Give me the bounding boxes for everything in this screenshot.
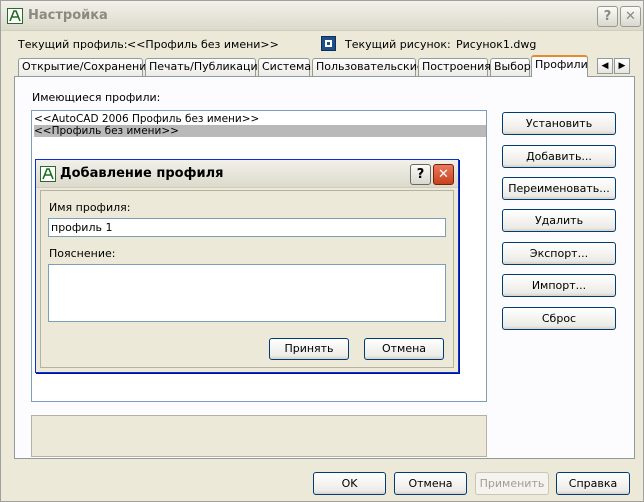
options-window: Настройка ? ✕ Текущий профиль: <<Профиль…: [0, 0, 644, 502]
tab-plot-publish[interactable]: Печать/Публикация: [145, 58, 264, 76]
autocad-icon: [7, 8, 23, 24]
rename-button[interactable]: Переименовать...: [502, 177, 616, 200]
reset-button[interactable]: Сброс: [502, 307, 616, 330]
dialog-help-icon[interactable]: ?: [410, 164, 431, 185]
list-item-selected[interactable]: <<Профиль без имени>>: [34, 125, 486, 137]
current-drawing-label: Текущий рисунок:: [345, 38, 451, 51]
profile-name-input[interactable]: [48, 218, 446, 237]
autocad-icon: [40, 166, 56, 182]
tab-open-save[interactable]: Открытие/Сохранение: [18, 58, 153, 76]
add-profile-button[interactable]: Добавить...: [502, 145, 616, 168]
export-button[interactable]: Экспорт...: [502, 242, 616, 265]
profile-description-box: [31, 415, 487, 457]
add-profile-dialog: Добавление профиля ? ✕ Имя профиля: Пояс…: [35, 159, 459, 373]
delete-button[interactable]: Удалить: [502, 209, 616, 232]
set-current-button[interactable]: Установить: [502, 112, 616, 135]
tab-profiles[interactable]: Профили: [531, 55, 588, 77]
dialog-title: Добавление профиля: [60, 166, 224, 181]
tab-selection[interactable]: Выбор: [490, 58, 531, 76]
apply-button[interactable]: Применить: [475, 472, 549, 495]
title-bar[interactable]: Настройка ? ✕: [1, 1, 643, 31]
close-icon[interactable]: ✕: [620, 6, 641, 27]
available-profiles-label: Имеющиеся профили:: [32, 91, 161, 104]
list-item[interactable]: <<AutoCAD 2006 Профиль без имени>>: [34, 113, 259, 125]
dialog-cancel-button[interactable]: Отмена: [364, 338, 444, 360]
current-profile-value: <<Профиль без имени>>: [127, 38, 279, 51]
cancel-button[interactable]: Отмена: [394, 472, 467, 495]
drawing-icon: [321, 36, 336, 51]
tab-user-preferences[interactable]: Пользовательские: [312, 58, 424, 76]
description-textarea[interactable]: [48, 264, 446, 322]
tab-system[interactable]: Система: [258, 58, 311, 76]
profile-name-label: Имя профиля:: [49, 201, 131, 214]
help-button[interactable]: Справка: [556, 472, 630, 495]
window-title: Настройка: [28, 8, 108, 23]
tab-scroll-left-icon[interactable]: ◀: [597, 58, 613, 74]
ok-button[interactable]: OK: [313, 472, 386, 495]
tab-drafting[interactable]: Построения: [418, 58, 491, 76]
tab-scroll-right-icon[interactable]: ▶: [614, 58, 630, 74]
dialog-title-bar[interactable]: Добавление профиля ? ✕: [36, 160, 458, 188]
import-button[interactable]: Импорт...: [502, 274, 616, 297]
description-label: Пояснение:: [49, 247, 116, 260]
accept-button[interactable]: Принять: [269, 338, 349, 360]
current-profile-label: Текущий профиль:: [18, 38, 128, 51]
current-drawing-value: Рисунок1.dwg: [456, 38, 537, 51]
help-icon[interactable]: ?: [597, 6, 618, 27]
dialog-close-icon[interactable]: ✕: [433, 164, 454, 185]
